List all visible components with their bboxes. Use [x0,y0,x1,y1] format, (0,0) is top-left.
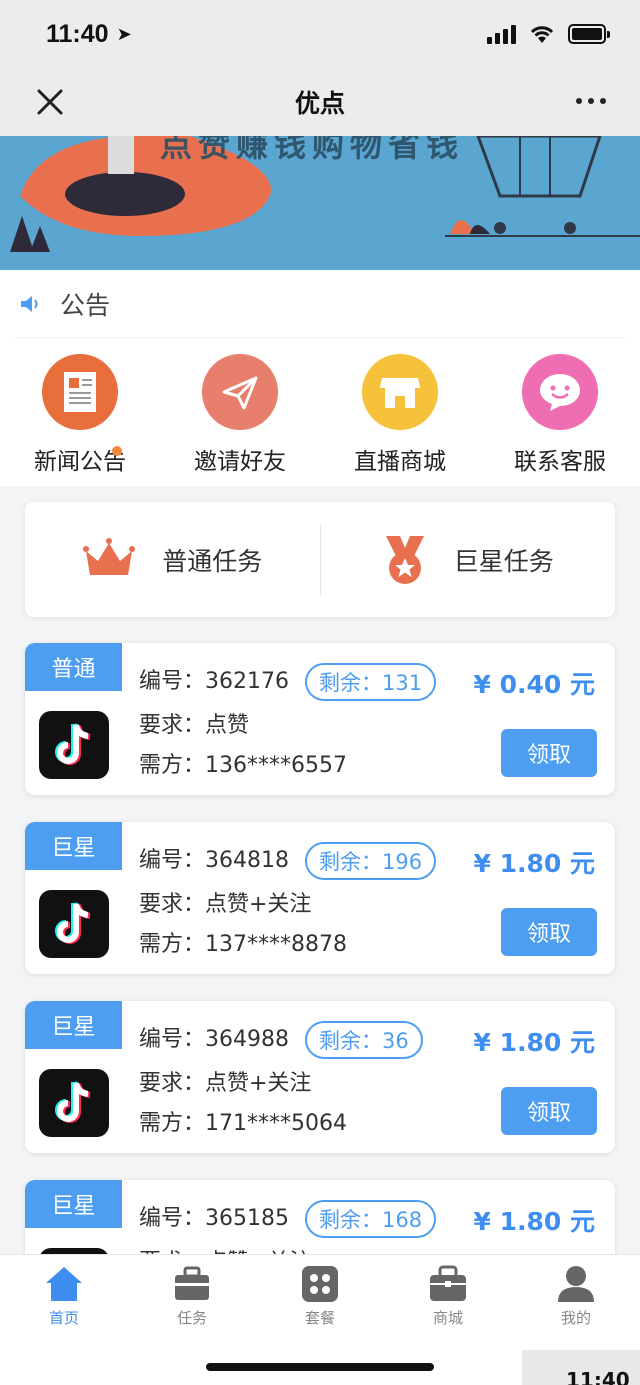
task-tag: 普通 [25,643,122,691]
tiktok-icon [39,711,109,779]
tiktok-icon [39,890,109,958]
announcement-label: 公告 [60,291,111,320]
menu-item-live-mall[interactable]: 直播商城 [320,338,480,486]
home-indicator [206,1363,434,1371]
task-price: ¥ 1.80 元 [473,1207,596,1236]
user-icon [558,1266,594,1302]
battery-icon [568,24,610,44]
menu-item-support[interactable]: 联系客服 [480,338,640,486]
close-icon[interactable] [36,88,64,116]
task-type-selector: 普通任务 巨星任务 [25,502,615,617]
task-number: 编号：365185 [139,1206,289,1231]
banner-text: 点赞赚钱购物省钱 [160,136,465,164]
task-card[interactable]: 巨星 编号：364818 剩余：196 要求：点赞+关注 需方：137****88… [25,822,615,974]
menu-label: 联系客服 [514,449,606,475]
crown-icon [83,537,136,575]
promo-banner[interactable]: 点赞赚钱购物省钱 [0,136,640,270]
signal-icon [487,24,516,44]
tab-label: 任务 [176,1309,207,1327]
task-type-label: 巨星任务 [453,546,554,576]
tiktok-icon [39,1069,109,1137]
menu-item-invite[interactable]: 邀请好友 [160,338,320,486]
briefcase-icon [175,1266,209,1300]
task-price: ¥ 0.40 元 [473,670,596,699]
wifi-icon [530,26,554,43]
task-card[interactable]: 普通 编号：362176 剩余：131 要求：点赞 需方：136****6557 … [25,643,615,795]
menu-item-news[interactable]: 新闻公告 [0,338,160,486]
task-number: 编号：364818 [139,848,289,873]
task-buyer: 需方：171****5064 [139,1111,347,1136]
medal-icon [385,535,424,584]
tab-star-tasks[interactable]: 巨星任务 [321,534,616,586]
notification-dot [112,446,122,456]
task-type-label: 普通任务 [162,546,263,576]
task-card[interactable]: 巨星 编号：364988 剩余：36 要求：点赞+关注 需方：171****506… [25,1001,615,1153]
grid-icon [302,1266,338,1302]
remaining-badge: 剩余：36 [304,1021,423,1059]
store-icon [362,354,438,430]
shop-bag-icon [430,1265,466,1301]
task-number-row: 编号：364988 剩余：36 [139,1021,423,1059]
speaker-icon [21,296,38,312]
status-indicators [487,24,610,44]
page-title: 优点 [294,89,345,118]
task-number-row: 编号：365185 剩余：168 [139,1200,437,1238]
news-icon [42,354,118,430]
more-icon[interactable] [576,98,606,104]
task-requirement: 要求：点赞+关注 [139,892,312,917]
tab-normal-tasks[interactable]: 普通任务 [25,537,320,583]
location-arrow-icon: ➤ [116,23,132,45]
status-time: 11:40 [46,19,109,48]
task-number: 编号：364988 [139,1027,289,1052]
task-buyer: 需方：137****8878 [139,932,347,957]
announcement-bar[interactable]: 公告 [0,270,640,338]
task-tag: 巨星 [25,1180,122,1228]
tab-label: 我的 [560,1309,591,1327]
claim-button[interactable]: 领取 [501,908,597,956]
task-number-row: 编号：364818 剩余：196 [139,842,437,880]
menu-label: 直播商城 [354,449,446,475]
tab-label: 商城 [432,1309,463,1327]
task-requirement: 要求：点赞+关注 [139,1071,312,1096]
paper-plane-icon [202,354,278,430]
remaining-badge: 剩余：168 [304,1200,437,1238]
task-number: 编号：362176 [139,669,289,694]
quick-menu: 新闻公告 邀请好友 直播商城 联系客服 [0,338,640,486]
remaining-badge: 剩余：196 [304,842,437,880]
task-tag: 巨星 [25,822,122,870]
nav-bar: 优点 [0,68,640,136]
task-tag: 巨星 [25,1001,122,1049]
claim-button[interactable]: 领取 [501,1087,597,1135]
task-requirement: 要求：点赞 [139,713,250,738]
menu-label: 邀请好友 [194,449,286,475]
tab-home[interactable]: 首页 [0,1255,128,1385]
overlay-time: 11:40 [522,1350,640,1385]
tab-label: 套餐 [304,1309,335,1327]
status-bar: 11:40 ➤ [0,0,640,68]
task-number-row: 编号：362176 剩余：131 [139,663,437,701]
task-buyer: 需方：136****6557 [139,753,347,778]
task-price: ¥ 1.80 元 [473,849,596,878]
remaining-badge: 剩余：131 [304,663,437,701]
smile-chat-icon [522,354,598,430]
claim-button[interactable]: 领取 [501,729,597,777]
home-icon [46,1267,82,1301]
tab-label: 首页 [48,1309,79,1327]
task-price: ¥ 1.80 元 [473,1028,596,1057]
